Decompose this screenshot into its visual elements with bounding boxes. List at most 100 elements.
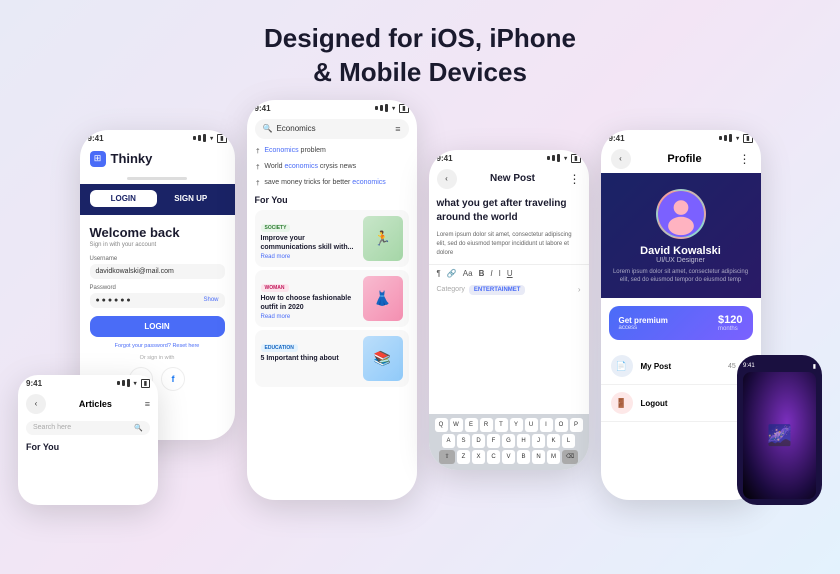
thinky-logo: ⊞ Thinky (80, 145, 235, 173)
s2 (380, 105, 383, 111)
suggestion-text-3: save money tricks for better economics (264, 179, 385, 186)
key-j[interactable]: J (532, 434, 545, 448)
key-g[interactable]: G (502, 434, 515, 448)
pilcrow-icon[interactable]: ¶ (437, 269, 441, 278)
phone-newpost: 9:41 ▾ ▮ ‹ New Post ⋮ what you get after… (429, 150, 589, 470)
profile-name: David Kowalski (640, 245, 721, 257)
articles-filter[interactable]: ≡ (145, 399, 150, 409)
profile-avatar (656, 189, 706, 239)
pr-s3 (729, 134, 732, 142)
signal2 (198, 135, 201, 141)
username-input[interactable]: davidkowalski@mail.com (90, 264, 225, 279)
articles-back[interactable]: ‹ (26, 394, 46, 414)
status-bar-login: 9:41 ▾ ▮ (80, 130, 235, 145)
key-t[interactable]: T (495, 418, 508, 432)
search-icon-art: 🔍 (134, 424, 143, 432)
back-button[interactable]: ‹ (437, 169, 457, 189)
key-q[interactable]: Q (435, 418, 448, 432)
key-b[interactable]: B (517, 450, 530, 464)
for-you-title: For You (247, 191, 417, 207)
category-row: Category ENTERTAINMET › (429, 282, 589, 298)
key-h[interactable]: H (517, 434, 530, 448)
wifi-icon: ▾ (210, 135, 213, 142)
newpost-nav: ‹ New Post ⋮ (429, 165, 589, 193)
suggestion-2[interactable]: ↗ World economics crysis news (247, 159, 417, 175)
key-s[interactable]: S (457, 434, 470, 448)
key-r[interactable]: R (480, 418, 493, 432)
category-chevron[interactable]: › (578, 285, 581, 294)
key-y[interactable]: Y (510, 418, 523, 432)
key-row-3: ⇧ Z X C V B N M ⌫ (433, 450, 585, 464)
phone-dark: 9:41 ▮ 🌌 (737, 355, 822, 505)
key-e[interactable]: E (465, 418, 478, 432)
tag-woman: WOMAN (261, 284, 289, 292)
key-c[interactable]: C (487, 450, 500, 464)
font-size-icon[interactable]: Aa (463, 269, 473, 278)
show-password-btn[interactable]: Show (203, 297, 218, 303)
category-badge[interactable]: ENTERTAINMET (469, 285, 526, 295)
bold-icon[interactable]: B (479, 269, 485, 278)
arrow-icon-3: ↗ (253, 178, 263, 188)
more-button[interactable]: ⋮ (569, 172, 581, 186)
profile-more-btn[interactable]: ⋮ (739, 152, 751, 166)
key-d[interactable]: D (472, 434, 485, 448)
suggestion-3[interactable]: ↗ save money tricks for better economics (247, 175, 417, 191)
wifi-icon-s: ▾ (392, 105, 395, 112)
phone-search: 9:41 ▾ ▮ 🔍 Economics ≡ ↗ Economics probl… (247, 100, 417, 500)
read-more-1[interactable]: Read more (261, 254, 357, 260)
wifi-icon-art: ▾ (134, 380, 137, 387)
key-v[interactable]: V (502, 450, 515, 464)
welcome-title: Welcome back (90, 225, 225, 240)
key-k[interactable]: K (547, 434, 560, 448)
login-button[interactable]: LOGIN (90, 316, 225, 337)
status-bar-search: 9:41 ▾ ▮ (247, 100, 417, 115)
key-f[interactable]: F (487, 434, 500, 448)
key-l[interactable]: L (562, 434, 575, 448)
suggestion-text-1: Economics problem (264, 147, 325, 154)
key-shift[interactable]: ⇧ (439, 450, 455, 464)
key-o[interactable]: O (555, 418, 568, 432)
filter-icon[interactable]: ≡ (395, 124, 400, 134)
status-icons: ▾ ▮ (193, 134, 226, 143)
tag-education: EDUCATION (261, 344, 298, 352)
art-s3 (127, 379, 130, 387)
key-p[interactable]: P (570, 418, 583, 432)
italic-icon[interactable]: I (490, 269, 492, 278)
password-input[interactable]: ● ● ● ● ● ● Show (90, 293, 225, 308)
card-img-1: 🏃 (363, 216, 403, 261)
profile-back-btn[interactable]: ‹ (611, 149, 631, 169)
post-body[interactable]: Lorem ipsum dolor sit amet, consectetur … (429, 229, 589, 264)
card-society-content: SOCIETY Improve your communications skil… (261, 216, 357, 260)
login-tab[interactable]: LOGIN (90, 190, 158, 207)
italic-u-icon[interactable]: I (499, 269, 501, 278)
key-n[interactable]: N (532, 450, 545, 464)
status-icons-np: ▾ ▮ (547, 154, 580, 163)
facebook-btn[interactable]: f (161, 367, 185, 391)
key-x[interactable]: X (472, 450, 485, 464)
link-icon[interactable]: 🔗 (447, 269, 457, 278)
key-a[interactable]: A (442, 434, 455, 448)
key-w[interactable]: W (450, 418, 463, 432)
battery-pr: ▮ (743, 134, 752, 143)
pr-s1 (719, 136, 722, 140)
search-bar[interactable]: 🔍 Economics ≡ (255, 119, 409, 139)
key-u[interactable]: U (525, 418, 538, 432)
key-delete[interactable]: ⌫ (562, 450, 578, 464)
read-more-2[interactable]: Read more (261, 314, 357, 320)
keyboard[interactable]: Q W E R T Y U I O P A S D F G H J K L (429, 414, 589, 470)
reset-link[interactable]: Reset here (172, 343, 199, 349)
battery-icon-s: ▮ (399, 104, 408, 113)
card-img-2: 👗 (363, 276, 403, 321)
signup-tab[interactable]: SIGN UP (157, 190, 225, 207)
signal1 (193, 136, 196, 140)
key-m[interactable]: M (547, 450, 560, 464)
articles-search[interactable]: Search here 🔍 (26, 421, 150, 435)
page-header: Designed for iOS, iPhone & Mobile Device… (264, 0, 576, 100)
premium-card[interactable]: Get premium access $120 months (609, 306, 753, 340)
suggestion-1[interactable]: ↗ Economics problem (247, 143, 417, 159)
card-woman: WOMAN How to choose fashionable outfit i… (255, 270, 409, 327)
premium-price-area: $120 months (718, 314, 742, 332)
key-i[interactable]: I (540, 418, 553, 432)
underline-icon[interactable]: U (507, 269, 513, 278)
key-z[interactable]: Z (457, 450, 470, 464)
